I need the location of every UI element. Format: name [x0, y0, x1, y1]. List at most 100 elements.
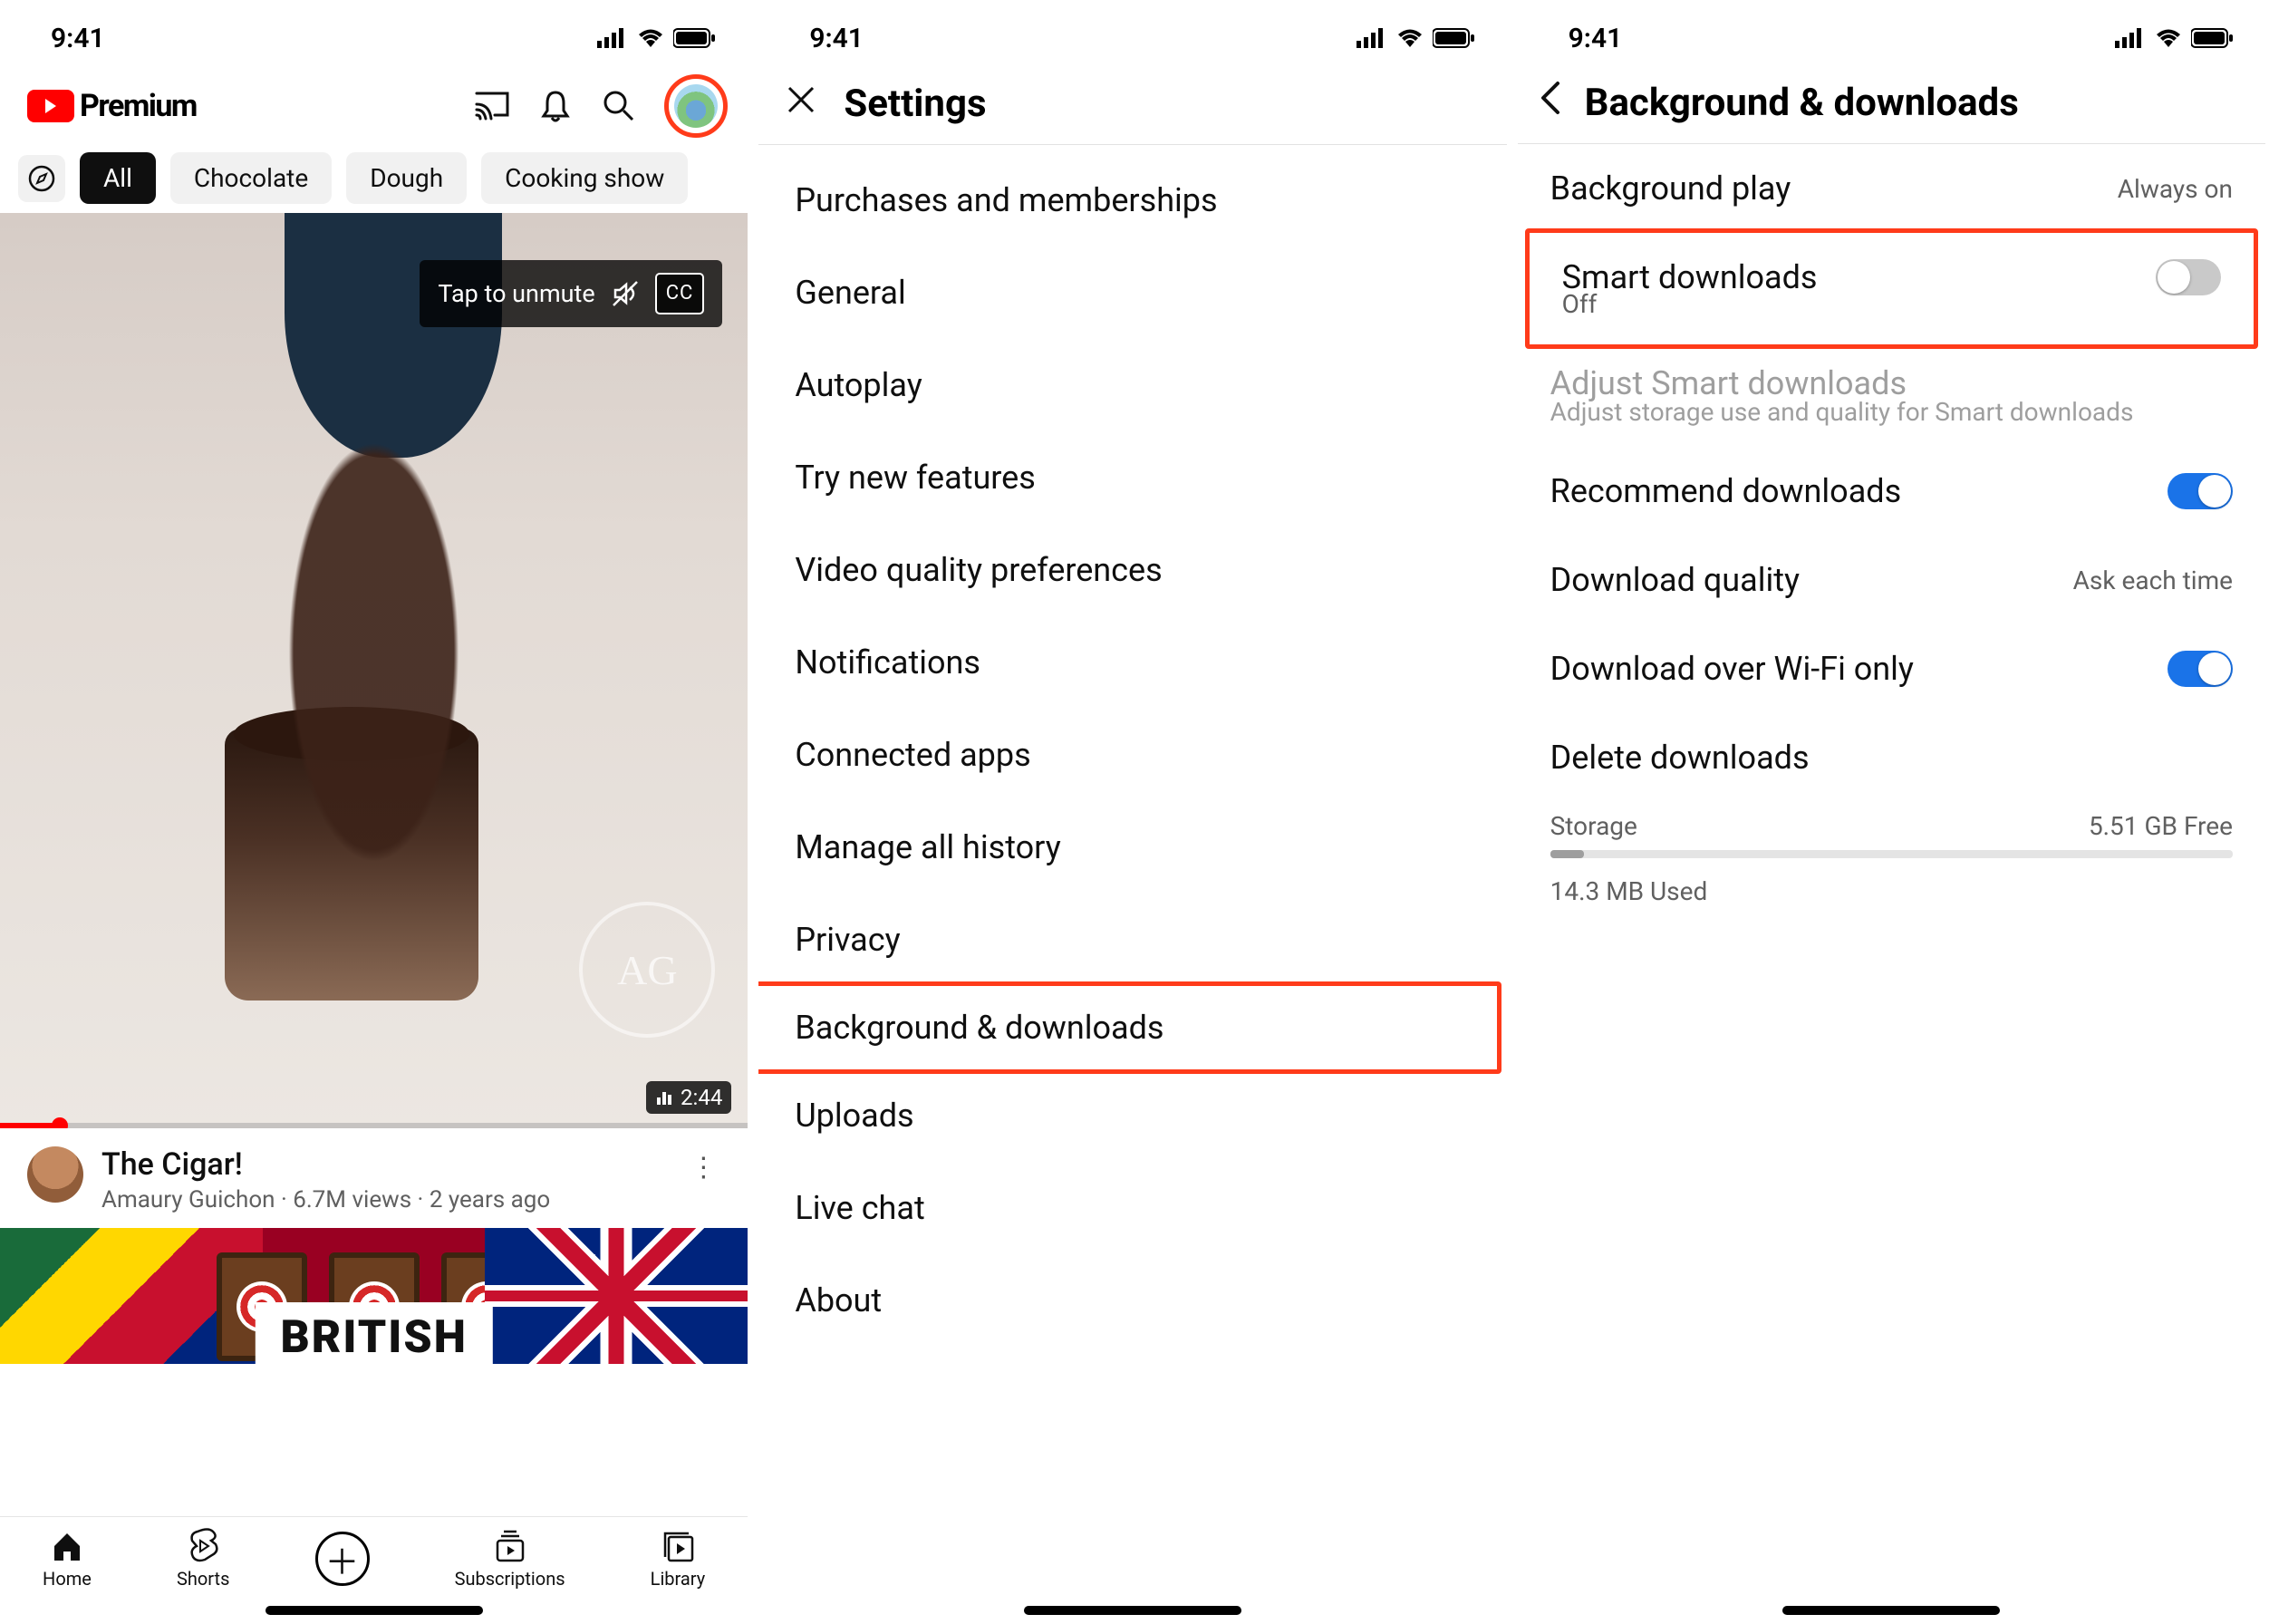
- status-icons: [597, 27, 717, 49]
- settings-item-connected-apps[interactable]: Connected apps: [758, 709, 1506, 801]
- page-title: Background & downloads: [1585, 81, 2019, 125]
- library-icon: [660, 1528, 696, 1564]
- kebab-icon[interactable]: ⋮: [681, 1146, 726, 1189]
- cc-badge: CC: [655, 273, 705, 314]
- row-delete-downloads[interactable]: Delete downloads: [1518, 713, 2265, 802]
- wifi-only-toggle[interactable]: [2168, 651, 2233, 687]
- smart-downloads-highlight: Smart downloads Off: [1525, 228, 2258, 349]
- download-quality-value: Ask each time: [2073, 566, 2233, 595]
- tab-create[interactable]: ＋: [315, 1532, 370, 1586]
- battery-icon: [1433, 27, 1476, 49]
- background-play-value: Always on: [2118, 174, 2233, 204]
- back-icon[interactable]: [1538, 80, 1561, 125]
- recommend-toggle[interactable]: [2168, 473, 2233, 509]
- battery-icon: [673, 27, 717, 49]
- create-icon: ＋: [315, 1532, 370, 1586]
- cast-icon[interactable]: [474, 88, 510, 124]
- battery-icon: [2191, 27, 2235, 49]
- chip-chocolate[interactable]: Chocolate: [170, 152, 332, 204]
- tab-library[interactable]: Library: [651, 1528, 706, 1590]
- chip-cooking-show[interactable]: Cooking show: [481, 152, 688, 204]
- storage-label: Storage: [1550, 811, 1637, 841]
- profile-avatar-highlight[interactable]: [664, 74, 728, 138]
- storage-used: 14.3 MB Used: [1550, 876, 2233, 906]
- video-title: The Cigar!: [101, 1146, 550, 1183]
- status-bar: 9:41: [758, 0, 1506, 58]
- row-wifi-only[interactable]: Download over Wi-Fi only: [1518, 624, 2265, 713]
- search-icon[interactable]: [601, 88, 637, 124]
- settings-item-live-chat[interactable]: Live chat: [758, 1162, 1506, 1254]
- smart-downloads-toggle[interactable]: [2156, 259, 2221, 295]
- status-time: 9:41: [51, 23, 105, 54]
- row-download-quality[interactable]: Download quality Ask each time: [1518, 536, 2265, 624]
- settings-item-purchases[interactable]: Purchases and memberships: [758, 154, 1506, 246]
- settings-item-try-new[interactable]: Try new features: [758, 431, 1506, 524]
- settings-item-uploads[interactable]: Uploads: [758, 1069, 1506, 1162]
- settings-item-notifications[interactable]: Notifications: [758, 616, 1506, 709]
- row-background-play[interactable]: Background play Always on: [1518, 144, 2265, 233]
- channel-avatar[interactable]: [27, 1146, 83, 1203]
- notifications-icon[interactable]: [537, 88, 574, 124]
- tab-subscriptions[interactable]: Subscriptions: [455, 1528, 565, 1590]
- page-title: Settings: [844, 82, 986, 126]
- status-time: 9:41: [1569, 23, 1623, 54]
- home-indicator[interactable]: [1782, 1606, 2000, 1615]
- explore-icon[interactable]: [18, 155, 65, 202]
- wifi-icon: [637, 28, 664, 48]
- wifi-icon: [1396, 28, 1424, 48]
- settings-list: Purchases and memberships General Autopl…: [758, 145, 1506, 1356]
- status-time: 9:41: [809, 23, 864, 54]
- adjust-smart-subtitle: Adjust storage use and quality for Smart…: [1518, 397, 2265, 447]
- cellular-icon: [1357, 28, 1387, 48]
- settings-item-video-quality[interactable]: Video quality preferences: [758, 524, 1506, 616]
- unmute-label: Tap to unmute: [438, 279, 594, 308]
- close-icon[interactable]: [786, 84, 816, 124]
- settings-item-background-downloads[interactable]: Background & downloads: [758, 981, 1501, 1074]
- category-chips: All Chocolate Dough Cooking show: [0, 147, 748, 213]
- settings-item-history[interactable]: Manage all history: [758, 801, 1506, 894]
- bgdl-list: Background play Always on Smart download…: [1518, 144, 2265, 915]
- shorts-icon: [185, 1528, 221, 1564]
- row-recommend-downloads[interactable]: Recommend downloads: [1518, 447, 2265, 536]
- settings-item-about[interactable]: About: [758, 1254, 1506, 1347]
- video-meta: The Cigar! Amaury Guichon · 6.7M views ·…: [0, 1128, 748, 1228]
- cellular-icon: [2115, 28, 2146, 48]
- status-bar: 9:41: [1518, 0, 2265, 58]
- status-bar: 9:41: [0, 0, 748, 58]
- video-subtitle: Amaury Guichon · 6.7M views · 2 years ag…: [101, 1186, 550, 1213]
- cellular-icon: [597, 28, 628, 48]
- tab-home[interactable]: Home: [43, 1528, 92, 1590]
- duration-badge: 2:44: [646, 1081, 731, 1114]
- status-icons: [1357, 27, 1476, 49]
- screen-settings: 9:41 Settings Purchases and memberships …: [758, 0, 1510, 1624]
- screen-youtube-home: 9:41 Premium: [0, 0, 751, 1624]
- home-indicator[interactable]: [266, 1606, 483, 1615]
- storage-free: 5.51 GB Free: [2089, 811, 2233, 841]
- header-actions: [474, 74, 728, 138]
- settings-header: Settings: [758, 58, 1506, 145]
- next-video-thumbnail[interactable]: BRITISH: [0, 1228, 748, 1364]
- bars-icon: [655, 1088, 673, 1107]
- unmute-button[interactable]: Tap to unmute CC: [420, 260, 722, 327]
- muted-icon: [612, 280, 639, 307]
- screen-background-downloads: 9:41 Background & downloads Background p…: [1518, 0, 2269, 1624]
- home-icon: [49, 1528, 85, 1564]
- storage-section: Storage 5.51 GB Free 14.3 MB Used: [1518, 802, 2265, 915]
- chip-all[interactable]: All: [80, 152, 156, 204]
- channel-watermark: AG: [579, 902, 715, 1038]
- youtube-logo[interactable]: Premium: [27, 88, 197, 124]
- chip-dough[interactable]: Dough: [346, 152, 467, 204]
- storage-bar: [1550, 850, 2233, 858]
- avatar-icon: [674, 84, 718, 128]
- wifi-icon: [2155, 28, 2182, 48]
- video-card[interactable]: AG Tap to unmute CC 2:44 The Cigar! Amau…: [0, 213, 748, 1228]
- tab-shorts[interactable]: Shorts: [177, 1528, 229, 1590]
- status-icons: [2115, 27, 2235, 49]
- app-header: Premium: [0, 58, 748, 147]
- home-indicator[interactable]: [1024, 1606, 1241, 1615]
- progress-bar[interactable]: [0, 1123, 748, 1128]
- settings-item-autoplay[interactable]: Autoplay: [758, 339, 1506, 431]
- settings-item-general[interactable]: General: [758, 246, 1506, 339]
- settings-item-privacy[interactable]: Privacy: [758, 894, 1506, 986]
- bottom-tab-bar: Home Shorts ＋ Subscriptions Library: [0, 1516, 748, 1593]
